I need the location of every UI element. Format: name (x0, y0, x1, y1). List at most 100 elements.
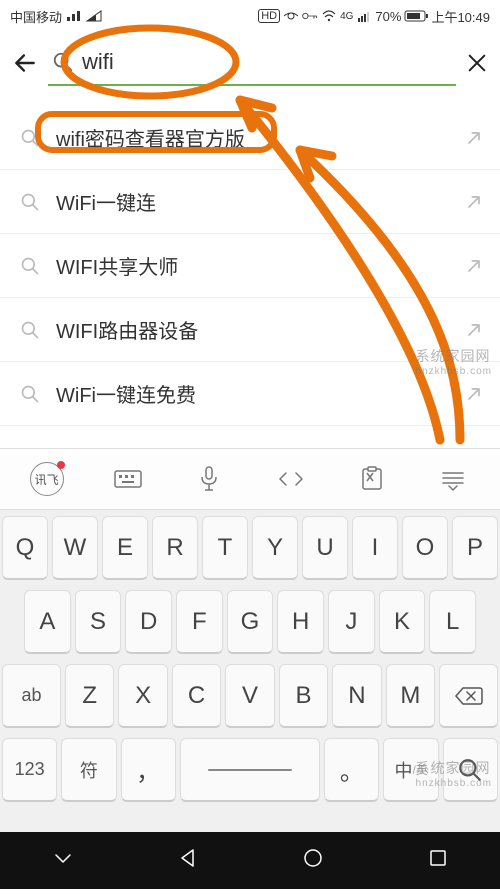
key-m[interactable]: M (386, 664, 435, 728)
search-icon (457, 757, 483, 783)
suggestion-label: WiFi一键连免费 (56, 379, 448, 408)
search-icon (20, 256, 40, 276)
nav-hide-keyboard[interactable] (51, 846, 75, 875)
key-i[interactable]: I (352, 516, 398, 580)
fill-arrow-icon[interactable] (464, 384, 484, 404)
suggestion-label: WiFi一键连 (56, 187, 448, 216)
stats-icon (66, 10, 82, 22)
search-icon (20, 384, 40, 404)
key-o[interactable]: O (402, 516, 448, 580)
search-box[interactable]: wifi (48, 40, 456, 86)
key-period[interactable]: 。 (324, 738, 379, 802)
search-icon (20, 128, 40, 148)
key-u[interactable]: U (302, 516, 348, 580)
suggestion-label: WIFI路由器设备 (56, 315, 448, 344)
search-icon (52, 51, 74, 73)
triangle-back-icon (176, 846, 200, 870)
code-icon (276, 467, 306, 491)
status-left: 中国移动 (10, 7, 102, 26)
space-bar-icon (208, 769, 291, 771)
key-x[interactable]: X (118, 664, 167, 728)
key-v[interactable]: V (225, 664, 274, 728)
nav-home[interactable] (301, 846, 325, 875)
key-k[interactable]: K (379, 590, 426, 654)
key-case-toggle[interactable]: ab (2, 664, 61, 728)
nav-back[interactable] (176, 846, 200, 875)
fill-arrow-icon[interactable] (464, 128, 484, 148)
square-recent-icon (426, 846, 450, 870)
keyboard-row-4: 123 符 ， 。 中/英 (2, 738, 498, 802)
code-button[interactable] (271, 459, 311, 499)
search-input[interactable]: wifi (82, 49, 452, 75)
back-icon[interactable] (12, 50, 38, 76)
suggestion-row[interactable]: WIFI共享大师 (0, 234, 500, 298)
cell-signal-icon (356, 10, 372, 22)
key-s[interactable]: S (75, 590, 122, 654)
collapse-keyboard-button[interactable] (433, 459, 473, 499)
time-label: 上午10:49 (431, 7, 490, 26)
key-t[interactable]: T (202, 516, 248, 580)
key-symbols[interactable]: 符 (61, 738, 116, 802)
keyboard-layout-button[interactable] (108, 459, 148, 499)
keyboard-row-1: Q W E R T Y U I O P (2, 516, 498, 580)
fill-arrow-icon[interactable] (464, 256, 484, 276)
soft-keyboard: Q W E R T Y U I O P A S D F G H J K L ab… (0, 510, 500, 832)
network-label: 4G (340, 11, 353, 22)
key-p[interactable]: P (452, 516, 498, 580)
status-right: HD 4G 70% 上午10:49 (258, 7, 490, 26)
suggestion-row[interactable]: WIFI路由器设备 (0, 298, 500, 362)
suggestion-row[interactable]: WiFi一键连 (0, 170, 500, 234)
nav-recent[interactable] (426, 846, 450, 875)
status-bar: 中国移动 HD 4G 70% 上午10:49 (0, 0, 500, 32)
key-b[interactable]: B (279, 664, 328, 728)
chevron-down-icon (51, 846, 75, 870)
key-y[interactable]: Y (252, 516, 298, 580)
clipboard-button[interactable] (352, 459, 392, 499)
ime-logo-icon: 讯飞 (30, 462, 64, 496)
key-l[interactable]: L (429, 590, 476, 654)
key-123[interactable]: 123 (2, 738, 57, 802)
microphone-icon (197, 464, 221, 494)
key-f[interactable]: F (176, 590, 223, 654)
key-backspace[interactable] (439, 664, 498, 728)
circle-home-icon (301, 846, 325, 870)
key-e[interactable]: E (102, 516, 148, 580)
suggestions-list: wifi密码查看器官方版 WiFi一键连 WIFI共享大师 WIFI路由器设备 … (0, 106, 500, 454)
carrier-label: 中国移动 (10, 7, 62, 26)
clear-icon[interactable] (466, 52, 488, 74)
key-space[interactable] (180, 738, 320, 802)
key-d[interactable]: D (125, 590, 172, 654)
key-a[interactable]: A (24, 590, 71, 654)
suggestion-row[interactable]: wifi密码查看器官方版 (0, 106, 500, 170)
battery-icon (404, 10, 428, 22)
eye-icon (283, 10, 299, 22)
suggestion-row[interactable]: WiFi一键连免费 (0, 362, 500, 426)
fill-arrow-icon[interactable] (464, 320, 484, 340)
key-j[interactable]: J (328, 590, 375, 654)
search-header: wifi (0, 32, 500, 94)
key-r[interactable]: R (152, 516, 198, 580)
key-q[interactable]: Q (2, 516, 48, 580)
key-n[interactable]: N (332, 664, 381, 728)
keyboard-row-2: A S D F G H J K L (2, 590, 498, 654)
wifi-icon (321, 10, 337, 22)
key-comma[interactable]: ， (121, 738, 176, 802)
hd-badge: HD (258, 9, 280, 23)
key-z[interactable]: Z (65, 664, 114, 728)
notification-dot-icon (57, 461, 65, 469)
key-search[interactable] (443, 738, 498, 802)
battery-pct: 70% (375, 9, 401, 24)
search-icon (20, 192, 40, 212)
fill-arrow-icon[interactable] (464, 192, 484, 212)
voice-input-button[interactable] (189, 459, 229, 499)
key-icon (302, 10, 318, 22)
key-c[interactable]: C (172, 664, 221, 728)
key-w[interactable]: W (52, 516, 98, 580)
keyboard-row-3: ab Z X C V B N M (2, 664, 498, 728)
backspace-icon (454, 685, 484, 707)
key-language-toggle[interactable]: 中/英 (383, 738, 438, 802)
ime-logo-button[interactable]: 讯飞 (27, 459, 67, 499)
signal-icon (86, 10, 102, 22)
key-h[interactable]: H (277, 590, 324, 654)
key-g[interactable]: G (227, 590, 274, 654)
